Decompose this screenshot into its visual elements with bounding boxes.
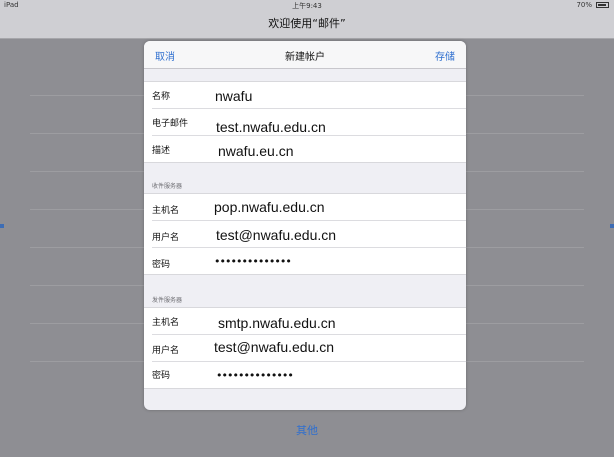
outgoing-user-field[interactable]: test@nwafu.edu.cn — [214, 339, 334, 355]
incoming-host-label: 主机名 — [152, 206, 180, 216]
selection-handle-right — [610, 224, 614, 228]
new-account-sheet: 取消 新建帐户 存储 名称 nwafu 电子邮件 test.nwafu.edu.… — [144, 41, 466, 410]
incoming-host-field[interactable]: pop.nwafu.edu.cn — [214, 199, 325, 215]
name-label: 名称 — [152, 92, 171, 102]
incoming-user-label: 用户名 — [152, 233, 180, 243]
incoming-host-row[interactable]: 主机名 pop.nwafu.edu.cn — [144, 194, 466, 221]
page-title: 欢迎使用“邮件” — [268, 17, 346, 30]
incoming-server-header: 收件服务器 — [152, 183, 183, 190]
selection-handle-left — [0, 224, 4, 228]
description-field[interactable]: nwafu.eu.cn — [218, 143, 294, 159]
outgoing-host-field[interactable]: smtp.nwafu.edu.cn — [218, 315, 336, 331]
outgoing-password-label: 密码 — [152, 371, 171, 381]
save-button[interactable]: 存储 — [435, 48, 455, 63]
description-label: 描述 — [152, 146, 171, 156]
name-row[interactable]: 名称 nwafu — [144, 82, 466, 109]
incoming-password-field[interactable]: •••••••••••••• — [214, 255, 292, 268]
outgoing-password-field[interactable]: •••••••••••••• — [216, 369, 294, 382]
outgoing-password-row[interactable]: 密码 •••••••••••••• — [144, 362, 466, 389]
incoming-user-row[interactable]: 用户名 test@nwafu.edu.cn — [144, 221, 466, 248]
outgoing-server-group: 主机名 smtp.nwafu.edu.cn 用户名 test@nwafu.edu… — [144, 307, 466, 389]
email-row[interactable]: 电子邮件 test.nwafu.edu.cn — [144, 109, 466, 136]
outgoing-host-label: 主机名 — [152, 318, 180, 328]
status-bar: iPad 上午9:43 70% — [0, 0, 614, 10]
name-field[interactable]: nwafu — [215, 88, 252, 104]
outgoing-host-row[interactable]: 主机名 smtp.nwafu.edu.cn — [144, 308, 466, 335]
incoming-server-group: 主机名 pop.nwafu.edu.cn 用户名 test@nwafu.edu.… — [144, 193, 466, 275]
sheet-title: 新建帐户 — [285, 52, 325, 63]
incoming-password-label: 密码 — [152, 260, 171, 270]
other-button[interactable]: 其他 — [0, 422, 614, 438]
battery-percent: 70% — [576, 1, 592, 9]
incoming-user-field[interactable]: test@nwafu.edu.cn — [216, 227, 336, 243]
account-group: 名称 nwafu 电子邮件 test.nwafu.edu.cn 描述 nwafu… — [144, 81, 466, 163]
email-label: 电子邮件 — [152, 119, 189, 129]
outgoing-user-label: 用户名 — [152, 346, 180, 356]
outgoing-user-row[interactable]: 用户名 test@nwafu.edu.cn — [144, 335, 466, 362]
sheet-header: 取消 新建帐户 存储 — [144, 41, 466, 69]
incoming-password-row[interactable]: 密码 •••••••••••••• — [144, 248, 466, 275]
description-row[interactable]: 描述 nwafu.eu.cn — [144, 136, 466, 163]
email-field[interactable]: test.nwafu.edu.cn — [216, 119, 326, 135]
outgoing-server-header: 发件服务器 — [152, 297, 183, 304]
battery-icon — [596, 2, 609, 8]
nav-bar: 欢迎使用“邮件” — [0, 10, 614, 39]
